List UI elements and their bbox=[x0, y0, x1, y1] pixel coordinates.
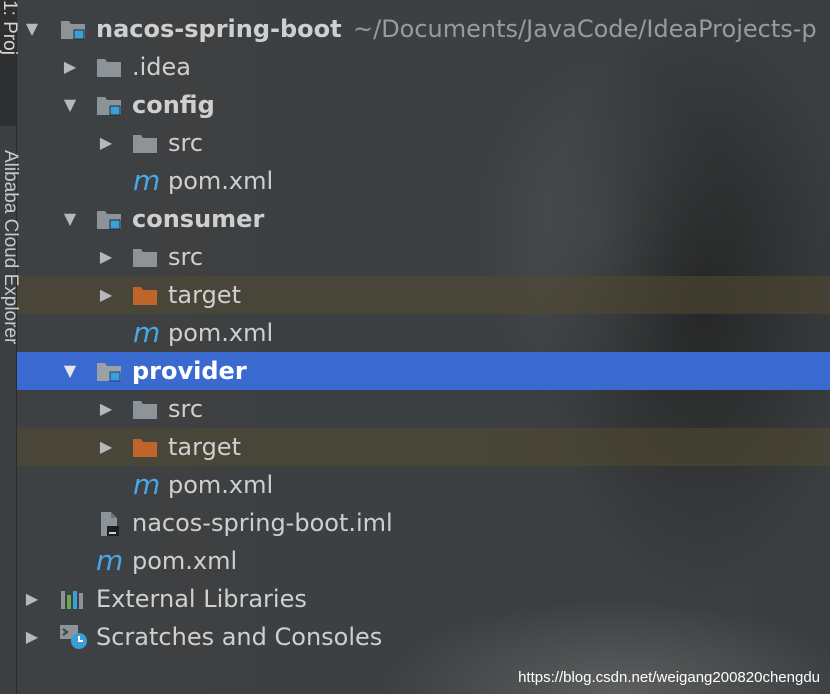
module-folder-icon bbox=[61, 21, 85, 40]
folder-label: target bbox=[168, 433, 241, 461]
root-module-path: ~/Documents/JavaCode/IdeaProjects-p bbox=[353, 15, 817, 43]
collapsed-arrow-icon[interactable]: ▶ bbox=[22, 580, 42, 618]
collapsed-arrow-icon[interactable]: ▶ bbox=[96, 124, 116, 162]
tree-row-config-src[interactable]: ▶ src bbox=[16, 124, 830, 162]
iml-file-icon bbox=[101, 512, 119, 536]
left-tool-window-bar: 1: Proj Alibaba Cloud Explorer bbox=[0, 0, 21, 694]
file-label: nacos-spring-boot.iml bbox=[132, 509, 393, 537]
module-name: consumer bbox=[132, 205, 265, 233]
folder-icon bbox=[97, 59, 121, 77]
project-tab-label: 1: Proj bbox=[0, 0, 20, 55]
maven-icon: m bbox=[133, 316, 161, 349]
file-label: pom.xml bbox=[168, 167, 274, 195]
module-folder-icon bbox=[97, 363, 121, 382]
folder-label: target bbox=[168, 281, 241, 309]
watermark-url: https://blog.csdn.net/weigang200820cheng… bbox=[518, 669, 820, 686]
tree-row-idea[interactable]: ▶ .idea bbox=[16, 48, 830, 86]
collapsed-arrow-icon[interactable]: ▶ bbox=[96, 276, 116, 314]
expand-arrow-icon[interactable]: ▼ bbox=[22, 10, 42, 48]
project-tool-tab[interactable]: 1: Proj bbox=[0, 0, 20, 126]
tree-row-consumer-src[interactable]: ▶ src bbox=[16, 238, 830, 276]
folder-icon bbox=[133, 401, 157, 419]
module-name: provider bbox=[132, 357, 247, 385]
tree-row-external-libraries[interactable]: ▶ External Libraries bbox=[16, 580, 830, 618]
tree-row-scratches[interactable]: ▶ Scratches and Consoles bbox=[16, 618, 830, 656]
collapsed-arrow-icon[interactable]: ▶ bbox=[96, 428, 116, 466]
external-libraries-label: External Libraries bbox=[96, 585, 307, 613]
tree-row-consumer[interactable]: ▼ consumer bbox=[16, 200, 830, 238]
tree-row-root[interactable]: ▼ nacos-spring-boot ~/Documents/JavaCode… bbox=[16, 10, 830, 48]
folder-label: src bbox=[168, 395, 204, 423]
tree-row-consumer-pom[interactable]: m pom.xml bbox=[16, 314, 830, 352]
folder-label: src bbox=[168, 129, 204, 157]
module-folder-icon bbox=[97, 211, 121, 230]
project-tree: ▼ nacos-spring-boot ~/Documents/JavaCode… bbox=[16, 10, 830, 656]
tree-row-config-pom[interactable]: m pom.xml bbox=[16, 162, 830, 200]
collapsed-arrow-icon[interactable]: ▶ bbox=[60, 48, 80, 86]
expand-arrow-icon[interactable]: ▼ bbox=[60, 200, 80, 238]
expand-arrow-icon[interactable]: ▼ bbox=[60, 352, 80, 390]
collapsed-arrow-icon[interactable]: ▶ bbox=[22, 618, 42, 656]
maven-icon: m bbox=[133, 468, 161, 501]
folder-icon bbox=[133, 135, 157, 153]
maven-icon: m bbox=[133, 164, 161, 197]
libraries-icon bbox=[61, 591, 83, 609]
tree-row-provider-target[interactable]: ▶ target bbox=[16, 428, 830, 466]
file-label: pom.xml bbox=[168, 319, 274, 347]
excluded-folder-icon bbox=[133, 439, 157, 457]
tree-row-consumer-target[interactable]: ▶ target bbox=[16, 276, 830, 314]
root-module-name: nacos-spring-boot bbox=[96, 15, 342, 43]
file-label: pom.xml bbox=[168, 471, 274, 499]
excluded-folder-icon bbox=[133, 287, 157, 305]
scratches-label: Scratches and Consoles bbox=[96, 623, 383, 651]
folder-label: src bbox=[168, 243, 204, 271]
tree-row-root-pom[interactable]: m pom.xml bbox=[16, 542, 830, 580]
collapsed-arrow-icon[interactable]: ▶ bbox=[96, 390, 116, 428]
tree-row-provider-pom[interactable]: m pom.xml bbox=[16, 466, 830, 504]
module-name: config bbox=[132, 91, 215, 119]
expand-arrow-icon[interactable]: ▼ bbox=[60, 86, 80, 124]
tree-row-provider[interactable]: ▼ provider bbox=[16, 352, 830, 390]
scratches-icon bbox=[60, 625, 87, 649]
folder-icon bbox=[133, 249, 157, 267]
maven-icon: m bbox=[96, 544, 124, 577]
file-label: pom.xml bbox=[132, 547, 238, 575]
module-folder-icon bbox=[97, 97, 121, 116]
tree-row-provider-src[interactable]: ▶ src bbox=[16, 390, 830, 428]
tree-row-iml[interactable]: nacos-spring-boot.iml bbox=[16, 504, 830, 542]
tree-row-config[interactable]: ▼ config bbox=[16, 86, 830, 124]
collapsed-arrow-icon[interactable]: ▶ bbox=[96, 238, 116, 276]
cloud-explorer-tab[interactable]: Alibaba Cloud Explorer bbox=[0, 150, 21, 344]
folder-label: .idea bbox=[132, 53, 192, 81]
